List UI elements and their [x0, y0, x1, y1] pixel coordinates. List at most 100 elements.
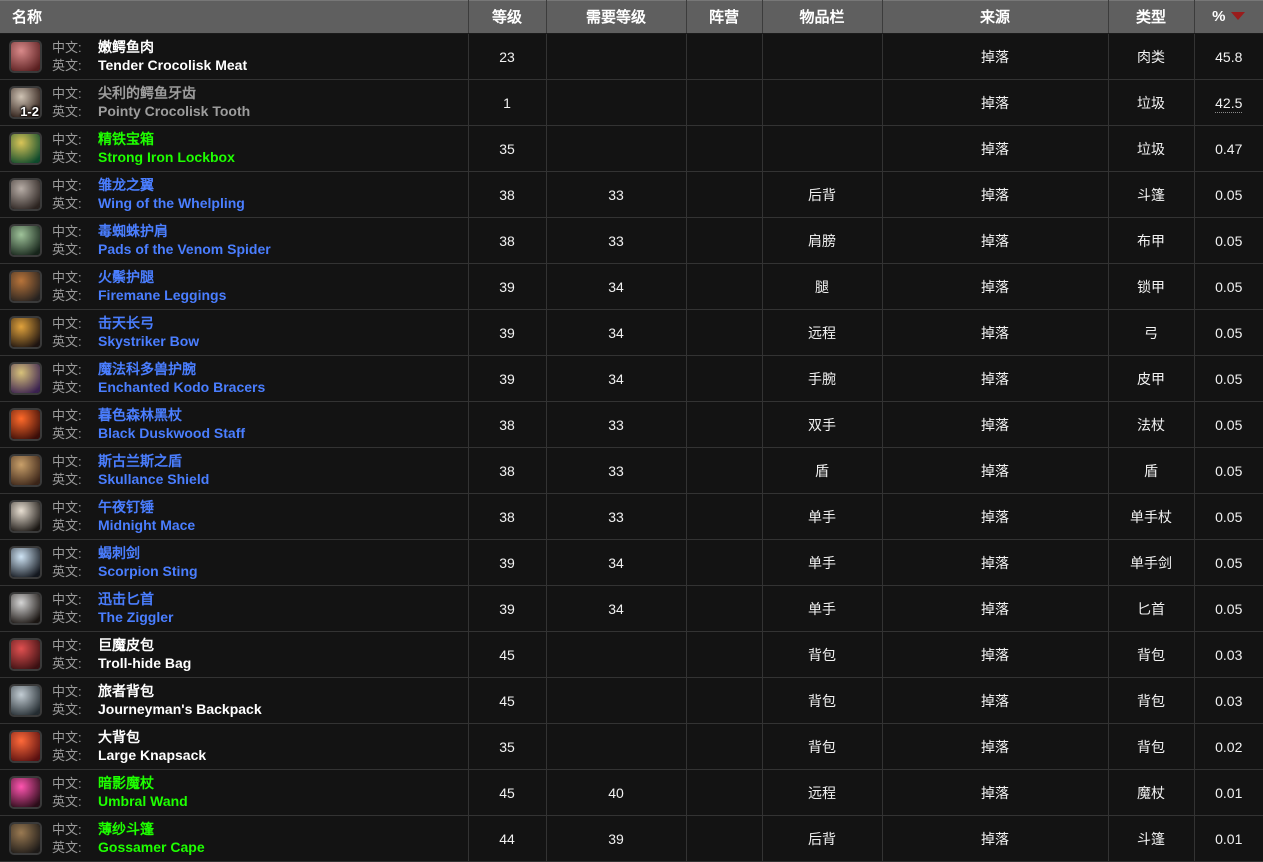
mace-skull-icon[interactable] [9, 500, 42, 533]
table-row[interactable]: 中文: 迅击匕首 英文: The Ziggler 39 34 单手 掉落 匕首 0.05 [0, 585, 1263, 632]
item-name-en[interactable]: Midnight Mace [98, 517, 195, 535]
cell-level-value: 38 [499, 508, 515, 525]
cape-icon[interactable] [9, 822, 42, 855]
item-name-cn[interactable]: 毒蜘蛛护肩 [98, 223, 168, 241]
table-row[interactable]: 1-2 中文: 尖利的鳄鱼牙齿 英文: Pointy Crocolisk Tooth 1 掉… [0, 79, 1263, 126]
item-name-en[interactable]: The Ziggler [98, 609, 173, 627]
table-row[interactable]: 中文: 暗影魔杖 英文: Umbral Wand 45 40 远程 掉落 魔杖 0.01 [0, 769, 1263, 816]
item-name-cn[interactable]: 尖利的鳄鱼牙齿 [98, 85, 196, 103]
cell-source: 掉落 [882, 309, 1109, 356]
bracers-icon[interactable] [9, 362, 42, 395]
column-header-slot[interactable]: 物品栏 [762, 0, 883, 34]
table-row[interactable]: 中文: 暮色森林黑杖 英文: Black Duskwood Staff 38 33 双手 掉落… [0, 401, 1263, 448]
bag-icon[interactable] [9, 638, 42, 671]
item-name-en[interactable]: Scorpion Sting [98, 563, 198, 581]
cell-source-value: 掉落 [981, 508, 1009, 525]
table-row[interactable]: 中文: 旅者背包 英文: Journeyman's Backpack 45 背包 掉落 背包 0… [0, 677, 1263, 724]
item-name-en[interactable]: Journeyman's Backpack [98, 701, 262, 719]
table-row[interactable]: 中文: 雏龙之翼 英文: Wing of the Whelpling 38 33 后背 掉落 斗… [0, 171, 1263, 218]
cell-type-value: 背包 [1137, 738, 1165, 755]
cell-level-value: 38 [499, 462, 515, 479]
cell-type: 单手杖 [1108, 493, 1195, 540]
cell-level-value: 45 [499, 646, 515, 663]
column-header-req-level[interactable]: 需要等级 [546, 0, 687, 34]
item-names: 中文: 午夜钉锤 英文: Midnight Mace [52, 499, 195, 535]
shoulder-pads-icon[interactable] [9, 224, 42, 257]
sword-icon[interactable] [9, 546, 42, 579]
cell-type: 皮甲 [1108, 355, 1195, 402]
column-header-type[interactable]: 类型 [1108, 0, 1195, 34]
item-name-en[interactable]: Black Duskwood Staff [98, 425, 245, 443]
item-name-cn[interactable]: 精铁宝箱 [98, 131, 154, 149]
item-name-en[interactable]: Umbral Wand [98, 793, 188, 811]
item-names: 中文: 暮色森林黑杖 英文: Black Duskwood Staff [52, 407, 245, 443]
table-row[interactable]: 中文: 火鬃护腿 英文: Firemane Leggings 39 34 腿 掉落 锁甲 0.05 [0, 263, 1263, 310]
column-header-faction[interactable]: 阵营 [686, 0, 763, 34]
item-name-cn[interactable]: 旅者背包 [98, 683, 154, 701]
label-english: 英文: [52, 425, 82, 441]
raw-meat-icon[interactable] [9, 40, 42, 73]
label-english: 英文: [52, 471, 82, 487]
leggings-icon[interactable] [9, 270, 42, 303]
table-row[interactable]: 中文: 精铁宝箱 英文: Strong Iron Lockbox 35 掉落 垃圾 0.47 [0, 125, 1263, 172]
whelpling-wing-icon[interactable] [9, 178, 42, 211]
item-name-en[interactable]: Skystriker Bow [98, 333, 199, 351]
item-name-en[interactable]: Troll-hide Bag [98, 655, 191, 673]
item-name-en[interactable]: Firemane Leggings [98, 287, 226, 305]
item-name-en[interactable]: Enchanted Kodo Bracers [98, 379, 265, 397]
dagger-icon[interactable] [9, 592, 42, 625]
cell-slot-value: 单手 [808, 600, 836, 617]
table-row[interactable]: 中文: 斯古兰斯之盾 英文: Skullance Shield 38 33 盾 掉落 盾 0.05 [0, 447, 1263, 494]
table-row[interactable]: 中文: 毒蜘蛛护肩 英文: Pads of the Venom Spider 38 33 肩… [0, 217, 1263, 264]
item-name-cn[interactable]: 暗影魔杖 [98, 775, 154, 793]
item-name-cn[interactable]: 雏龙之翼 [98, 177, 154, 195]
item-name-cn[interactable]: 迅击匕首 [98, 591, 154, 609]
staff-icon[interactable] [9, 408, 42, 441]
table-row[interactable]: 中文: 巨魔皮包 英文: Troll-hide Bag 45 背包 掉落 背包 0.03 [0, 631, 1263, 678]
wand-icon[interactable] [9, 776, 42, 809]
column-header-level[interactable]: 等级 [468, 0, 547, 34]
backpack-icon[interactable] [9, 684, 42, 717]
table-row[interactable]: 中文: 薄纱斗篷 英文: Gossamer Cape 44 39 后背 掉落 斗篷 0.01 [0, 815, 1263, 862]
tooth-icon[interactable]: 1-2 [9, 86, 42, 119]
item-name-cn[interactable]: 嫩鳄鱼肉 [98, 39, 154, 57]
knapsack-icon[interactable] [9, 730, 42, 763]
item-name-cn[interactable]: 暮色森林黑杖 [98, 407, 182, 425]
cell-source: 掉落 [882, 631, 1109, 678]
lockbox-icon[interactable] [9, 132, 42, 165]
item-name-cn[interactable]: 巨魔皮包 [98, 637, 154, 655]
item-name-cn[interactable]: 火鬃护腿 [98, 269, 154, 287]
item-name-cn[interactable]: 击天长弓 [98, 315, 154, 333]
item-name-cn[interactable]: 大背包 [98, 729, 140, 747]
item-name-en[interactable]: Gossamer Cape [98, 839, 205, 857]
drop-rate-value[interactable]: 42.5 [1215, 94, 1243, 113]
item-name-cn[interactable]: 午夜钉锤 [98, 499, 154, 517]
table-row[interactable]: 中文: 午夜钉锤 英文: Midnight Mace 38 33 单手 掉落 单手杖 0.05 [0, 493, 1263, 540]
table-row[interactable]: 中文: 蝎刺剑 英文: Scorpion Sting 39 34 单手 掉落 单手剑 0.05 [0, 539, 1263, 586]
item-name-cn[interactable]: 薄纱斗篷 [98, 821, 154, 839]
item-name-cn[interactable]: 蝎刺剑 [98, 545, 140, 563]
sort-descending-icon[interactable] [1231, 12, 1246, 21]
column-header-percent[interactable]: % [1194, 0, 1263, 34]
item-name-en[interactable]: Large Knapsack [98, 747, 206, 765]
item-name-cn[interactable]: 魔法科多兽护腕 [98, 361, 196, 379]
table-row[interactable]: 中文: 击天长弓 英文: Skystriker Bow 39 34 远程 掉落 弓 0.05 [0, 309, 1263, 356]
bow-icon[interactable] [9, 316, 42, 349]
table-row[interactable]: 中文: 嫩鳄鱼肉 英文: Tender Crocolisk Meat 23 掉落 肉类 45.… [0, 33, 1263, 80]
item-name-cn-row: 中文: 蝎刺剑 [52, 545, 198, 563]
item-name-en[interactable]: Pointy Crocolisk Tooth [98, 103, 250, 121]
item-name-en[interactable]: Strong Iron Lockbox [98, 149, 235, 167]
table-row[interactable]: 中文: 大背包 英文: Large Knapsack 35 背包 掉落 背包 0.02 [0, 723, 1263, 770]
label-chinese: 中文: [52, 39, 82, 55]
shield-icon[interactable] [9, 454, 42, 487]
column-header-source[interactable]: 来源 [882, 0, 1109, 34]
table-row[interactable]: 中文: 魔法科多兽护腕 英文: Enchanted Kodo Bracers 39 34 手… [0, 355, 1263, 402]
cell-faction [686, 33, 763, 80]
item-name-en[interactable]: Pads of the Venom Spider [98, 241, 271, 259]
item-name-en[interactable]: Tender Crocolisk Meat [98, 57, 247, 75]
column-header-name[interactable]: 名称 [0, 0, 469, 34]
item-name-cn[interactable]: 斯古兰斯之盾 [98, 453, 182, 471]
cell-source-value: 掉落 [981, 186, 1009, 203]
item-name-en[interactable]: Wing of the Whelpling [98, 195, 245, 213]
item-name-en[interactable]: Skullance Shield [98, 471, 209, 489]
